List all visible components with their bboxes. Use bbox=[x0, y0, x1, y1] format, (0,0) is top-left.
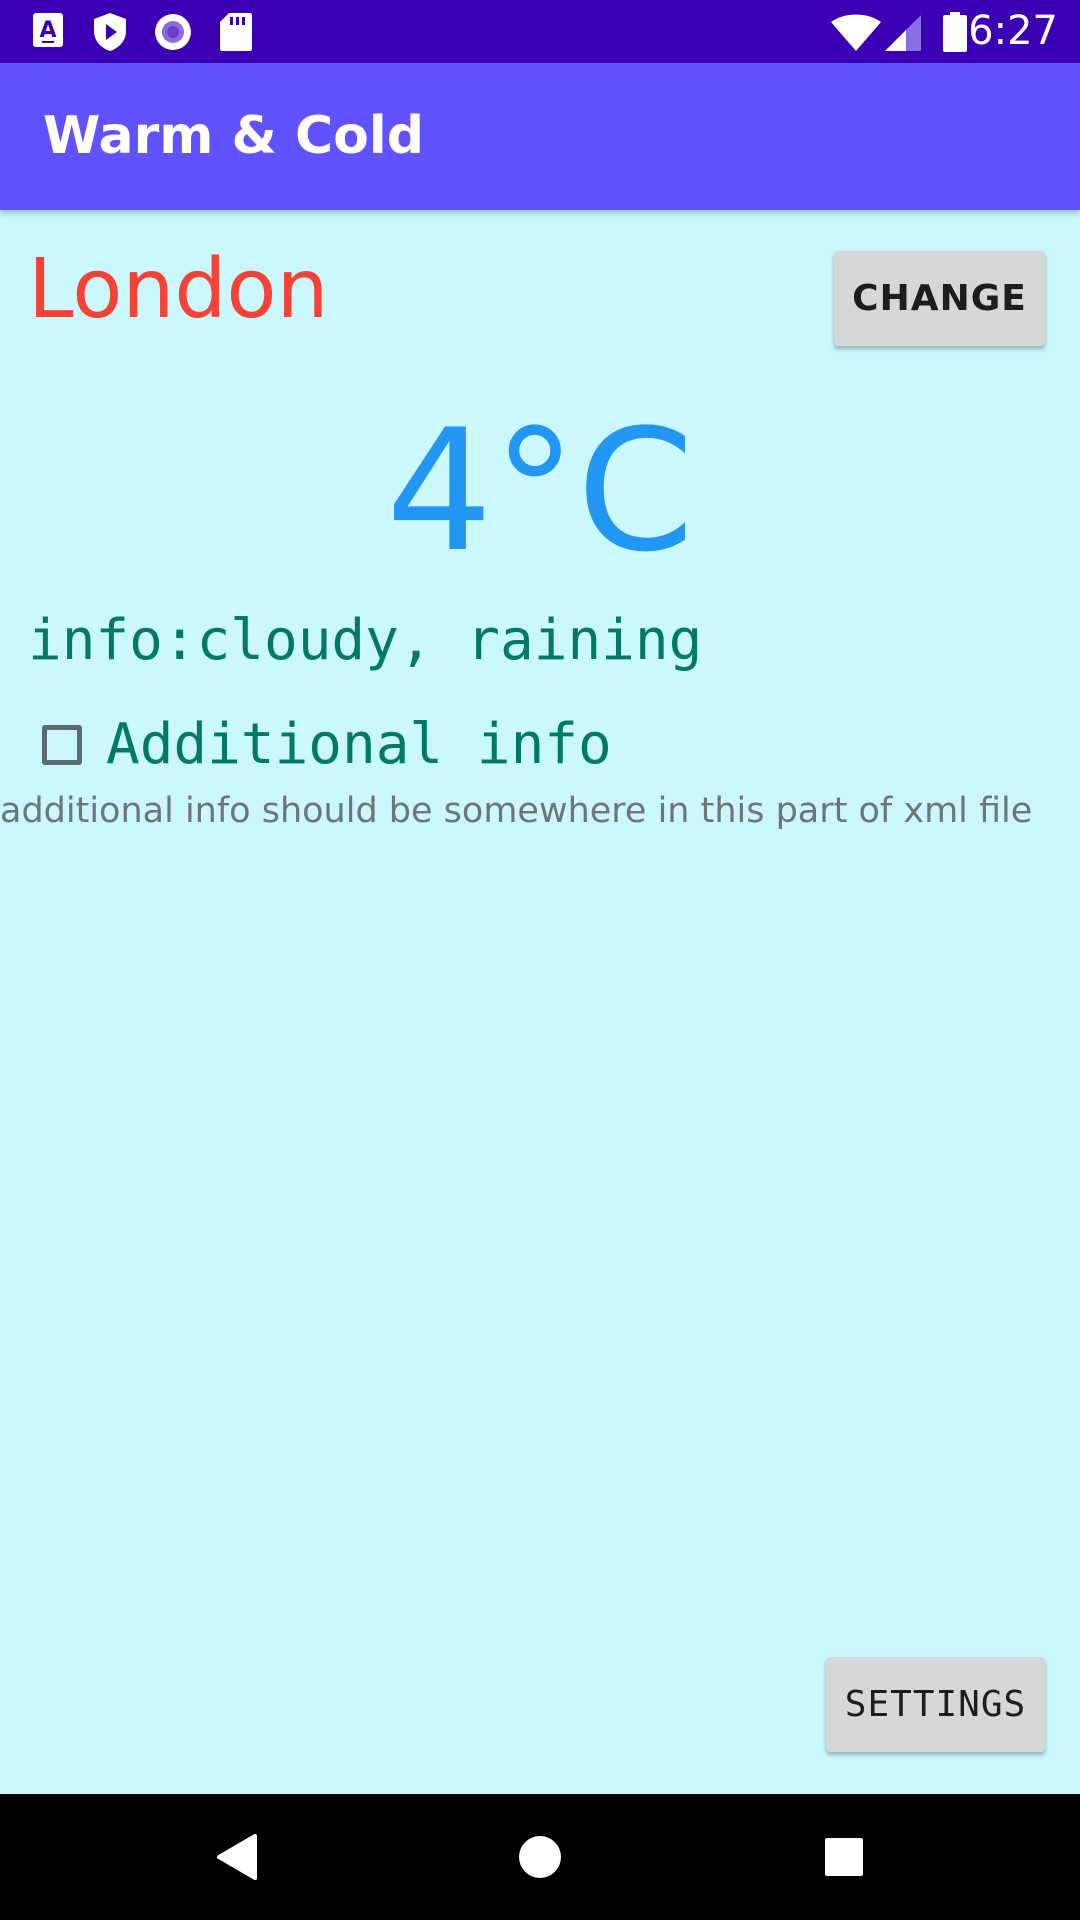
change-button[interactable]: CHANGE bbox=[834, 251, 1045, 346]
a-keyboard-icon: A bbox=[32, 12, 64, 53]
additional-info-hint: additional info should be somewhere in t… bbox=[0, 791, 1033, 831]
signal-icon bbox=[884, 14, 922, 57]
city-name: London bbox=[28, 242, 329, 337]
checkbox-unchecked-icon[interactable] bbox=[42, 725, 82, 765]
status-time: 6:27 bbox=[968, 8, 1058, 54]
sd-card-icon bbox=[219, 12, 253, 57]
additional-info-label: Additional info bbox=[106, 712, 612, 777]
navigation-bar bbox=[0, 1794, 1080, 1920]
temperature-value: 4°C bbox=[385, 393, 695, 589]
circle-record-icon bbox=[153, 12, 193, 57]
svg-text:A: A bbox=[39, 18, 56, 43]
shield-play-icon bbox=[92, 12, 128, 57]
back-icon[interactable] bbox=[207, 1827, 267, 1887]
settings-button[interactable]: SETTINGS bbox=[826, 1657, 1045, 1752]
status-bar: A 6:27 bbox=[0, 0, 1080, 63]
wifi-icon bbox=[830, 14, 882, 57]
weather-info: info:cloudy, raining bbox=[28, 608, 703, 673]
app-title: Warm & Cold bbox=[43, 106, 424, 166]
battery-icon bbox=[942, 12, 968, 57]
recents-icon[interactable] bbox=[814, 1827, 874, 1887]
additional-info-checkbox[interactable]: Additional info bbox=[42, 712, 612, 778]
app-bar: Warm & Cold bbox=[0, 63, 1080, 210]
home-icon[interactable] bbox=[510, 1827, 570, 1887]
